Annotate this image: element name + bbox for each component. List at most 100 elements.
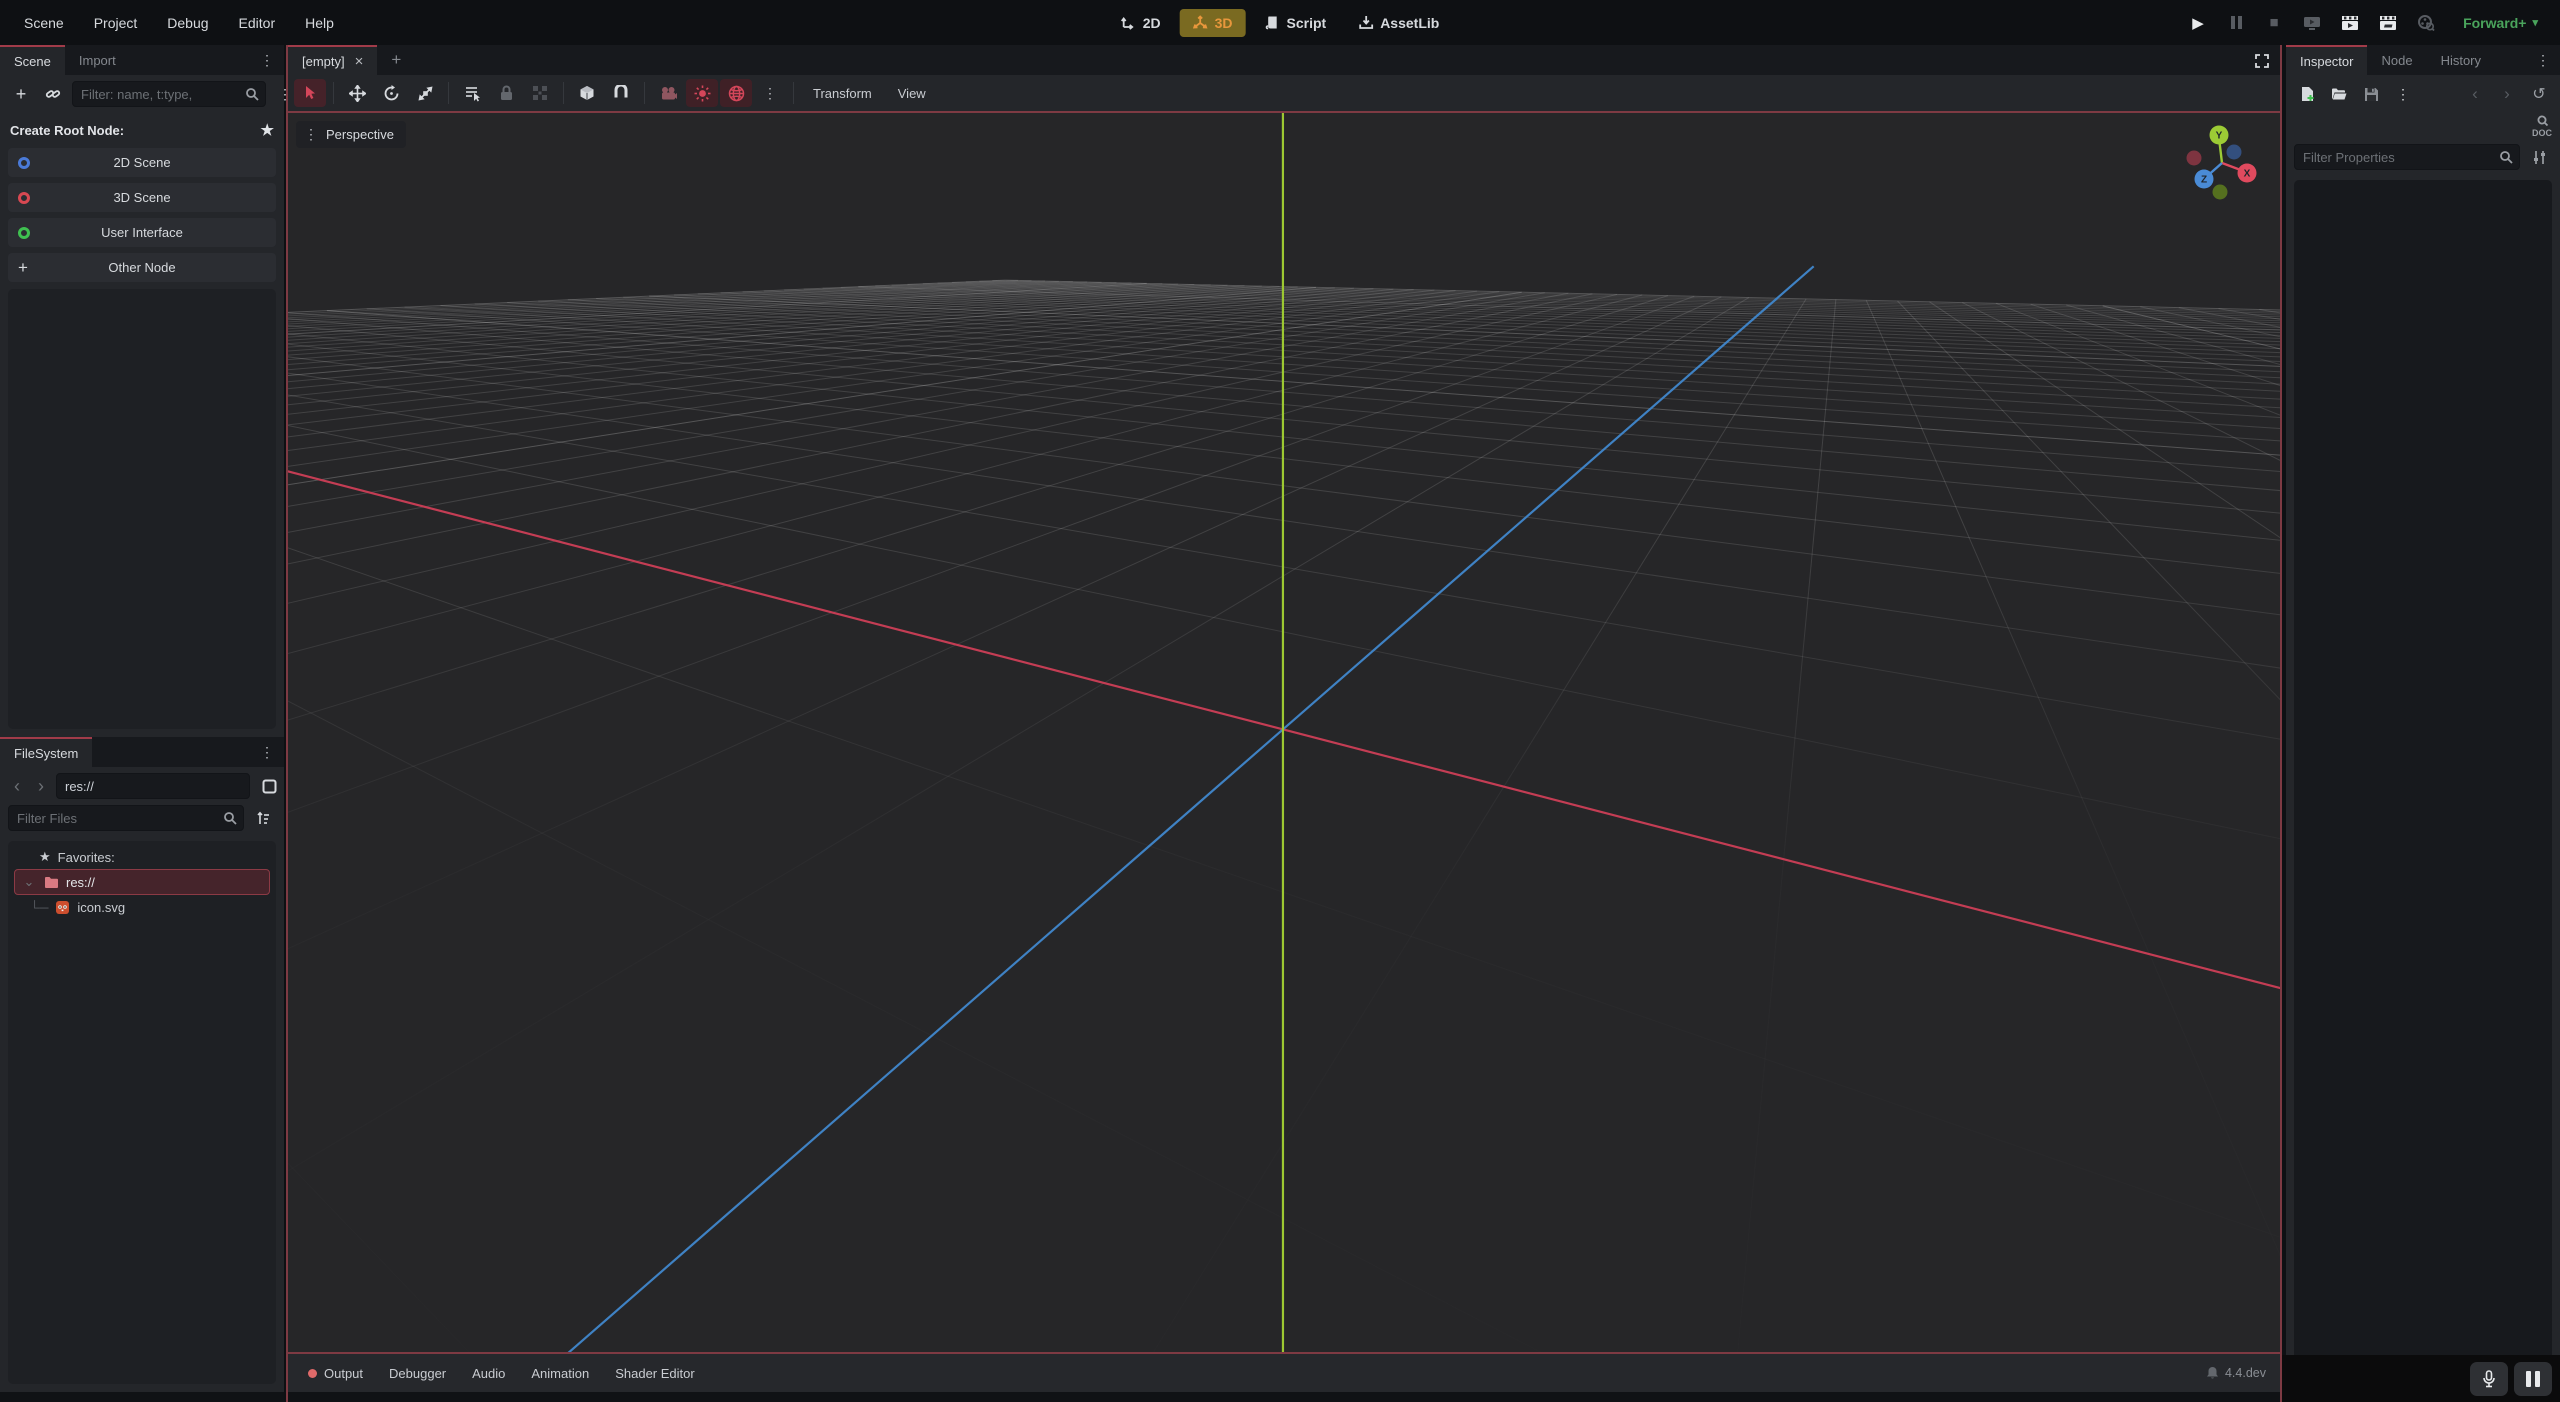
collapse-arrow-icon[interactable]: ⌄ xyxy=(21,874,37,890)
chevron-down-icon: ▾ xyxy=(2532,16,2538,29)
rotate-tool-icon xyxy=(383,85,400,102)
history-back-button[interactable]: ‹ xyxy=(2462,81,2488,107)
tab-node[interactable]: Node xyxy=(2367,45,2426,75)
play-remote-button[interactable] xyxy=(2295,8,2329,38)
extra-options-icon[interactable]: ⋮ xyxy=(754,79,786,107)
menu-scene[interactable]: Scene xyxy=(12,10,76,36)
shader-editor-button[interactable]: Shader Editor xyxy=(603,1360,707,1387)
dock-options-icon[interactable]: ⋮ xyxy=(260,52,284,75)
create-3d-scene-button[interactable]: 3D Scene xyxy=(8,183,276,212)
menu-project[interactable]: Project xyxy=(82,10,150,36)
debugger-button[interactable]: Debugger xyxy=(377,1360,458,1387)
save-resource-button[interactable] xyxy=(2358,81,2384,107)
history-forward-button[interactable]: › xyxy=(2494,81,2520,107)
scene-filter-input[interactable] xyxy=(72,81,266,107)
audio-button[interactable]: Audio xyxy=(460,1360,517,1387)
pause-button[interactable] xyxy=(2219,8,2253,38)
icon-svg-row[interactable]: └─ icon.svg xyxy=(8,895,276,919)
res-root-row[interactable]: ⌄ res:// xyxy=(14,869,270,895)
animation-button[interactable]: Animation xyxy=(519,1360,601,1387)
version-info[interactable]: 4.4.dev xyxy=(2206,1366,2272,1380)
object-history-button[interactable]: ↺ xyxy=(2526,81,2552,107)
local-space-button[interactable] xyxy=(571,79,603,107)
workspace-2d-button[interactable]: 2D xyxy=(1108,9,1174,37)
add-node-button[interactable]: + xyxy=(8,81,34,107)
inspector-filter-input[interactable] xyxy=(2294,144,2520,170)
pause-recording-button[interactable] xyxy=(2514,1362,2552,1396)
play-scene-button[interactable] xyxy=(2333,8,2367,38)
group-button[interactable] xyxy=(524,79,556,107)
move-tool-button[interactable] xyxy=(341,79,373,107)
dock-options-icon[interactable]: ⋮ xyxy=(2536,52,2560,75)
scale-tool-button[interactable] xyxy=(409,79,441,107)
menu-debug[interactable]: Debug xyxy=(155,10,220,36)
main-menus: Scene Project Debug Editor Help xyxy=(12,10,346,36)
distraction-free-button[interactable] xyxy=(2254,53,2280,75)
fs-forward-button[interactable]: › xyxy=(32,773,50,799)
workspace-assetlib-button[interactable]: AssetLib xyxy=(1345,9,1452,37)
create-2d-scene-button[interactable]: 2D Scene xyxy=(8,148,276,177)
movie-maker-button[interactable] xyxy=(2409,8,2443,38)
tab-import[interactable]: Import xyxy=(65,45,130,75)
list-select-button[interactable] xyxy=(456,79,488,107)
tab-history[interactable]: History xyxy=(2427,45,2495,75)
property-tools-button[interactable] xyxy=(2526,144,2552,170)
scene-tree-empty-area[interactable] xyxy=(8,289,276,729)
instantiate-scene-button[interactable] xyxy=(40,81,66,107)
open-docs-button[interactable]: DOC xyxy=(2532,115,2552,138)
output-button[interactable]: Output xyxy=(296,1360,375,1387)
renderer-dropdown[interactable]: Forward+ ▾ xyxy=(2453,10,2548,36)
new-resource-button[interactable] xyxy=(2294,81,2320,107)
fs-filter-input[interactable] xyxy=(8,805,244,831)
fs-back-button[interactable]: ‹ xyxy=(8,773,26,799)
tab-scene[interactable]: Scene xyxy=(0,45,65,75)
menu-editor[interactable]: Editor xyxy=(227,10,288,36)
sliders-icon xyxy=(2532,150,2547,165)
tab-filesystem[interactable]: FileSystem xyxy=(0,737,92,767)
3d-viewport[interactable]: ⋮ Perspective Y X Z xyxy=(288,113,2280,1352)
microphone-button[interactable] xyxy=(2470,1362,2508,1396)
select-tool-button[interactable] xyxy=(294,79,326,107)
preview-environment-button[interactable] xyxy=(720,79,752,107)
load-resource-button[interactable] xyxy=(2326,81,2352,107)
lock-button[interactable] xyxy=(490,79,522,107)
menu-help[interactable]: Help xyxy=(293,10,346,36)
lock-icon xyxy=(499,85,514,101)
left-dock: Scene Import ⋮ + ⋮ Create Root xyxy=(0,45,284,1402)
stop-button[interactable]: ■ xyxy=(2257,8,2291,38)
close-icon[interactable]: × xyxy=(355,53,364,70)
create-user-interface-button[interactable]: User Interface xyxy=(8,218,276,247)
snap-button[interactable] xyxy=(605,79,637,107)
create-other-node-button[interactable]: + Other Node xyxy=(8,253,276,282)
play-custom-scene-icon xyxy=(2379,15,2397,31)
favorites-star-icon[interactable]: ★ xyxy=(261,121,274,139)
preview-sun-button[interactable] xyxy=(686,79,718,107)
workspace-3d-button[interactable]: 3D xyxy=(1180,9,1246,37)
add-scene-tab-button[interactable]: + xyxy=(377,45,415,75)
tab-inspector[interactable]: Inspector xyxy=(2286,45,2367,75)
assetlib-icon xyxy=(1358,15,1373,30)
axis-neg-z-ball[interactable] xyxy=(2227,145,2242,160)
rotate-tool-button[interactable] xyxy=(375,79,407,107)
camera-preview-icon xyxy=(660,86,677,101)
transform-menu[interactable]: Transform xyxy=(801,81,884,106)
play-button[interactable]: ▶ xyxy=(2181,8,2215,38)
play-custom-scene-button[interactable] xyxy=(2371,8,2405,38)
workspace-script-button[interactable]: Script xyxy=(1252,9,1340,37)
play-icon: ▶ xyxy=(2192,14,2204,32)
snap-icon xyxy=(613,85,629,101)
favorites-row[interactable]: ★ Favorites: xyxy=(8,845,276,869)
scene-tab-empty[interactable]: [empty] × xyxy=(288,45,377,75)
fs-path-input[interactable] xyxy=(56,773,250,799)
fs-sort-button[interactable] xyxy=(250,805,276,831)
axis-neg-x-ball[interactable] xyxy=(2187,151,2202,166)
dock-options-icon[interactable]: ⋮ xyxy=(260,744,284,767)
axis-neg-y-ball[interactable] xyxy=(2213,185,2228,200)
view-menu[interactable]: View xyxy=(886,81,938,106)
resource-options-icon[interactable]: ⋮ xyxy=(2390,81,2416,107)
fs-split-mode-button[interactable] xyxy=(256,773,282,799)
camera-preview-button[interactable] xyxy=(652,79,684,107)
perspective-menu[interactable]: ⋮ Perspective xyxy=(296,121,406,148)
view-axes-gizmo[interactable]: Y X Z xyxy=(2180,121,2264,205)
search-icon xyxy=(245,87,259,101)
